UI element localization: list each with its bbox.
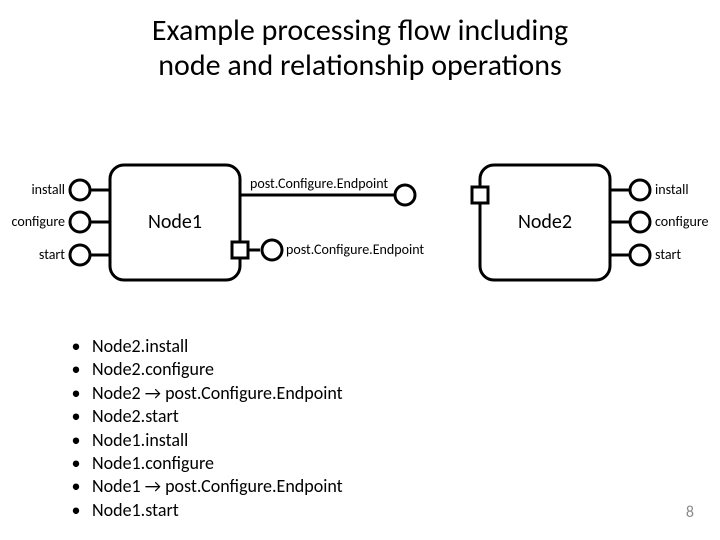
title-line-2: node and relationship operations [158, 47, 561, 84]
title-line-1: Example processing flow including [152, 12, 568, 49]
slide-title: Example processing flow including node a… [0, 14, 720, 83]
list-item: •Node1.install [60, 429, 343, 452]
bullet-text: Node1.start [92, 499, 179, 521]
list-item: •Node2.install [60, 335, 343, 358]
endpoint-bottom-label: post.Configure.Endpoint [286, 241, 424, 258]
list-item: •Node2.configure [60, 358, 343, 381]
endpoint-top-label: post.Configure.Endpoint [250, 175, 388, 192]
node2-label: Node2 [518, 210, 572, 234]
bullet-text: Node2.configure [92, 358, 214, 380]
bullet-text: Node2.start [92, 405, 179, 427]
list-item: •Node2 → post.Configure.Endpoint [60, 382, 343, 405]
node2-install-port [610, 180, 650, 200]
list-item: •Node1 → post.Configure.Endpoint [60, 475, 343, 498]
node1-start-port [70, 245, 110, 265]
node1-configure-label: configure [12, 213, 66, 230]
node2-configure-label: configure [655, 213, 709, 230]
bullet-text: Node2.install [92, 335, 188, 357]
flow-diagram: Node1 Node2 install configure start inst… [0, 140, 720, 320]
bullet-text: Node1.configure [92, 452, 214, 474]
node2-install-label: install [655, 181, 689, 198]
page-number: 8 [686, 503, 694, 522]
bullet-text: Node2 → post.Configure.Endpoint [92, 382, 343, 404]
bullet-text: Node1.install [92, 429, 188, 451]
node1-configure-port [70, 212, 110, 232]
node1-start-label: start [39, 246, 65, 263]
list-item: •Node1.start [60, 499, 343, 522]
node1-label: Node1 [148, 210, 202, 234]
node2-configure-port [610, 212, 650, 232]
bullet-text: Node1 → post.Configure.Endpoint [92, 475, 343, 497]
node1-install-label: install [31, 181, 65, 198]
list-item: •Node2.start [60, 405, 343, 428]
endpoint-bottom [232, 240, 282, 260]
node2-start-port [610, 245, 650, 265]
node1-install-port [70, 180, 110, 200]
node2-start-label: start [655, 246, 681, 263]
bullet-list: •Node2.install •Node2.configure •Node2 →… [60, 335, 343, 522]
list-item: •Node1.configure [60, 452, 343, 475]
